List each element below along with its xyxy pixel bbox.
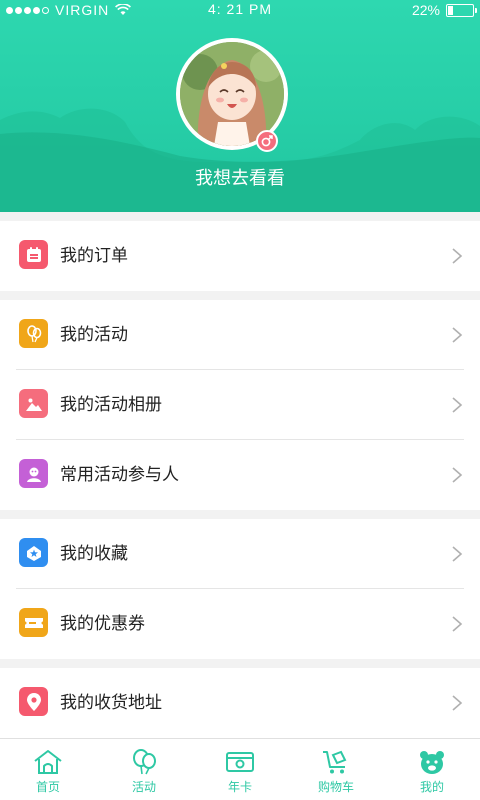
menu-item-label: 我的活动相册 bbox=[60, 395, 162, 415]
tab-label: 首页 bbox=[35, 780, 60, 794]
menu-item-coupons[interactable]: 我的优惠券 bbox=[0, 589, 480, 659]
status-time: 4: 21 PM bbox=[207, 1, 273, 17]
menu-item-address[interactable]: 我的收货地址 bbox=[0, 668, 480, 738]
tab-label: 年卡 bbox=[227, 780, 252, 794]
address-section: 我的收货地址 bbox=[0, 668, 480, 738]
menu-item-label: 我的优惠券 bbox=[60, 614, 145, 634]
menu-item-label: 常用活动参与人 bbox=[60, 465, 179, 485]
coupon-icon bbox=[19, 608, 48, 637]
orders-section: 我的订单 bbox=[0, 221, 480, 291]
calendar-icon bbox=[19, 240, 48, 269]
menu-item-label: 我的收货地址 bbox=[60, 693, 162, 713]
tab-card[interactable]: 年卡 bbox=[192, 739, 288, 800]
menu-item-favorites[interactable]: 我的收藏 bbox=[0, 519, 480, 589]
card-icon bbox=[226, 752, 254, 772]
home-icon bbox=[34, 750, 62, 774]
activities-section: 我的活动 我的活动相册 常用活动参与人 bbox=[0, 300, 480, 510]
location-icon bbox=[19, 687, 48, 716]
menu-item-album[interactable]: 我的活动相册 bbox=[0, 370, 480, 440]
chevron-right-icon bbox=[452, 327, 463, 343]
menu-item-label: 我的活动 bbox=[60, 325, 128, 345]
menu-item-participants[interactable]: 常用活动参与人 bbox=[0, 440, 480, 510]
tab-label: 活动 bbox=[131, 780, 156, 794]
menu-item-label: 我的订单 bbox=[60, 246, 128, 266]
menu-item-activities[interactable]: 我的活动 bbox=[0, 300, 480, 370]
battery-percent: 22% bbox=[411, 2, 440, 18]
favorites-section: 我的收藏 我的优惠券 bbox=[0, 519, 480, 659]
profile-header: VIRGIN 4: 21 PM 22% 我想去看看 bbox=[0, 0, 480, 212]
tab-label: 我的 bbox=[419, 780, 444, 794]
tab-cart[interactable]: 购物车 bbox=[288, 739, 384, 800]
female-gender-icon bbox=[256, 130, 278, 152]
chevron-right-icon bbox=[452, 248, 463, 264]
chevron-right-icon bbox=[452, 616, 463, 632]
tab-activity[interactable]: 活动 bbox=[96, 739, 192, 800]
tab-home[interactable]: 首页 bbox=[0, 739, 96, 800]
menu-item-orders[interactable]: 我的订单 bbox=[0, 221, 480, 291]
tab-mine[interactable]: 我的 bbox=[384, 739, 480, 800]
chevron-right-icon bbox=[452, 397, 463, 413]
tab-label: 购物车 bbox=[317, 780, 354, 794]
person-icon bbox=[19, 459, 48, 488]
user-nickname[interactable]: 我想去看看 bbox=[0, 164, 480, 190]
chevron-right-icon bbox=[452, 467, 463, 483]
balloon-icon bbox=[133, 749, 156, 775]
chevron-right-icon bbox=[452, 695, 463, 711]
picture-icon bbox=[19, 389, 48, 418]
star-icon bbox=[19, 538, 48, 567]
chevron-right-icon bbox=[452, 546, 463, 562]
status-bar: VIRGIN 4: 21 PM 22% bbox=[0, 0, 480, 20]
battery-icon bbox=[446, 3, 477, 17]
bear-icon bbox=[420, 751, 444, 774]
tab-bar: 首页 活动 年卡 购物车 我的 bbox=[0, 738, 480, 800]
menu-item-label: 我的收藏 bbox=[60, 544, 128, 564]
cart-icon bbox=[323, 750, 347, 774]
balloon-icon bbox=[19, 319, 48, 348]
